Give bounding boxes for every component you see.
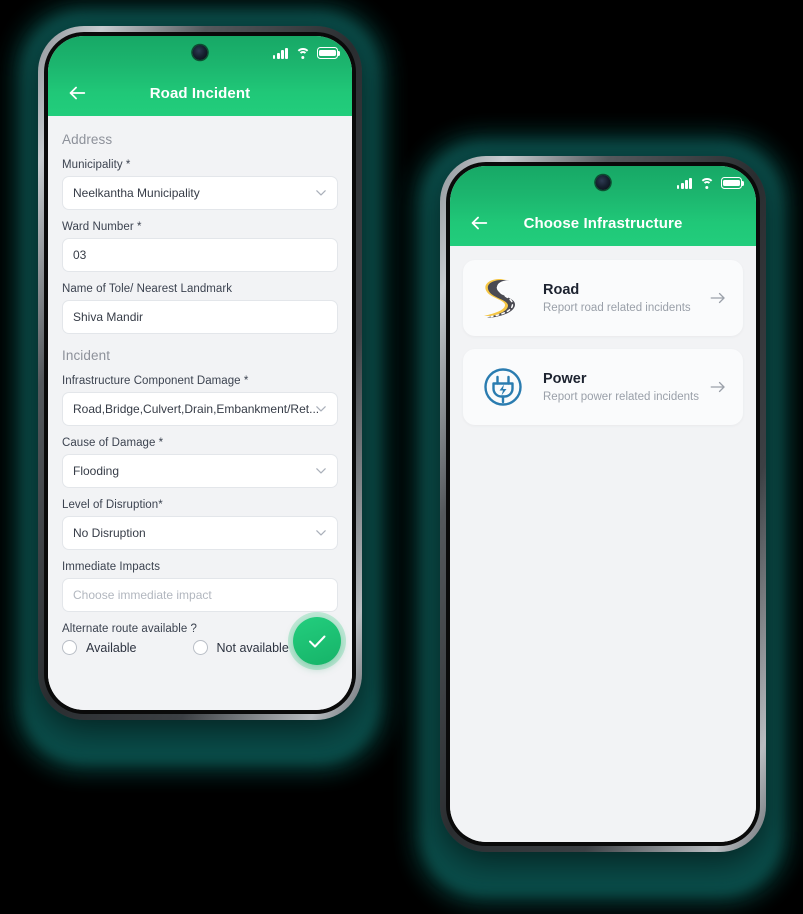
radio-option-not-available[interactable]: Not available bbox=[192, 640, 289, 655]
field-label-infrastructure-component: Infrastructure Component Damage * bbox=[62, 375, 249, 387]
signal-bars-icon bbox=[272, 47, 288, 59]
phone-bezel-right: Choose Infrastructure Road Report road r… bbox=[446, 162, 760, 846]
infrastructure-desc-power: Report power related incidents bbox=[543, 391, 699, 403]
field-level-of-disruption: Level of Disruption* No Disruption bbox=[62, 499, 338, 550]
section-heading-incident: Incident bbox=[62, 348, 111, 363]
municipality-dropdown[interactable]: Neelkantha Municipality bbox=[62, 176, 338, 210]
arrow-right-icon bbox=[709, 289, 727, 307]
front-camera-icon bbox=[595, 175, 611, 190]
title-bar-right: Choose Infrastructure bbox=[450, 200, 756, 246]
tole-landmark-input[interactable]: Shiva Mandir bbox=[62, 300, 338, 334]
field-label-municipality: Municipality * bbox=[62, 159, 131, 171]
status-icons-right bbox=[676, 177, 745, 189]
immediate-impacts-input[interactable]: Choose immediate impact bbox=[62, 578, 338, 612]
power-plug-icon bbox=[477, 364, 529, 410]
chevron-down-icon bbox=[316, 530, 326, 536]
field-label-tole-landmark: Name of Tole/ Nearest Landmark bbox=[62, 283, 233, 295]
field-immediate-impacts: Immediate Impacts Choose immediate impac… bbox=[62, 561, 338, 612]
status-bar-left bbox=[48, 36, 352, 70]
field-ward-number: Ward Number * 03 bbox=[62, 221, 338, 272]
radio-option-available[interactable]: Available bbox=[62, 640, 137, 655]
incident-form: Address Municipality * Neelkantha Munici… bbox=[48, 116, 352, 710]
phone-bezel-left: Road Incident Address Municipality * Nee… bbox=[44, 32, 356, 714]
level-of-disruption-dropdown[interactable]: No Disruption bbox=[62, 516, 338, 550]
signal-bars-icon bbox=[676, 177, 692, 189]
screenshot-stage: Road Incident Address Municipality * Nee… bbox=[0, 0, 803, 914]
radio-label-available: Available bbox=[86, 640, 137, 655]
ward-number-value: 03 bbox=[73, 248, 87, 262]
chevron-down-icon bbox=[316, 406, 326, 412]
field-infrastructure-component: Infrastructure Component Damage * Road,B… bbox=[62, 375, 338, 426]
front-camera-icon bbox=[192, 45, 208, 60]
chevron-down-icon bbox=[316, 468, 326, 474]
screen-choose-infrastructure: Choose Infrastructure Road Report road r… bbox=[450, 166, 756, 842]
cause-of-damage-value: Flooding bbox=[73, 464, 120, 478]
title-bar-left: Road Incident bbox=[48, 70, 352, 116]
submit-button[interactable] bbox=[293, 617, 341, 665]
back-arrow-icon[interactable] bbox=[66, 82, 88, 104]
arrow-right-icon bbox=[709, 378, 727, 396]
field-label-level-of-disruption: Level of Disruption* bbox=[62, 499, 163, 511]
radio-circle-icon bbox=[62, 640, 77, 655]
infrastructure-component-value: Road,Bridge,Culvert,Drain,Embankment/Ret… bbox=[73, 402, 320, 416]
field-label-ward-number: Ward Number * bbox=[62, 221, 142, 233]
field-label-cause-of-damage: Cause of Damage * bbox=[62, 437, 164, 449]
level-of-disruption-value: No Disruption bbox=[73, 526, 146, 540]
infrastructure-card-road[interactable]: Road Report road related incidents bbox=[463, 260, 743, 336]
road-icon bbox=[477, 275, 529, 321]
check-icon bbox=[309, 635, 326, 648]
immediate-impacts-placeholder: Choose immediate impact bbox=[73, 588, 212, 602]
radio-label-not-available: Not available bbox=[216, 640, 289, 655]
status-bar-right bbox=[450, 166, 756, 200]
battery-full-icon bbox=[317, 47, 341, 59]
infrastructure-component-dropdown[interactable]: Road,Bridge,Culvert,Drain,Embankment/Ret… bbox=[62, 392, 338, 426]
page-title: Road Incident bbox=[149, 84, 251, 102]
radio-circle-icon bbox=[192, 640, 208, 655]
chevron-down-icon bbox=[316, 190, 326, 196]
submit-fab-wrapper bbox=[288, 612, 346, 670]
status-icons-left bbox=[272, 47, 341, 59]
phone-device-right: Choose Infrastructure Road Report road r… bbox=[440, 156, 766, 852]
infrastructure-name-road: Road bbox=[543, 282, 580, 298]
app-header-left: Road Incident bbox=[48, 36, 352, 116]
page-title: Choose Infrastructure bbox=[523, 214, 683, 232]
infrastructure-text-power: Power Report power related incidents bbox=[529, 371, 709, 403]
screen-road-incident: Road Incident Address Municipality * Nee… bbox=[48, 36, 352, 710]
tole-landmark-value: Shiva Mandir bbox=[73, 310, 144, 324]
app-header-right: Choose Infrastructure bbox=[450, 166, 756, 246]
municipality-value: Neelkantha Municipality bbox=[73, 186, 200, 200]
ward-number-input[interactable]: 03 bbox=[62, 238, 338, 272]
battery-full-icon bbox=[721, 177, 745, 189]
section-heading-address: Address bbox=[62, 132, 113, 147]
infrastructure-card-power[interactable]: Power Report power related incidents bbox=[463, 349, 743, 425]
phone-device-left: Road Incident Address Municipality * Nee… bbox=[38, 26, 362, 720]
wifi-icon bbox=[295, 47, 310, 59]
field-cause-of-damage: Cause of Damage * Flooding bbox=[62, 437, 338, 488]
infrastructure-list: Road Report road related incidents Power… bbox=[450, 246, 756, 842]
field-municipality: Municipality * Neelkantha Municipality bbox=[62, 159, 338, 210]
wifi-icon bbox=[699, 177, 714, 189]
infrastructure-text-road: Road Report road related incidents bbox=[529, 282, 709, 314]
infrastructure-name-power: Power bbox=[543, 371, 587, 387]
back-arrow-icon[interactable] bbox=[468, 212, 490, 234]
infrastructure-desc-road: Report road related incidents bbox=[543, 302, 691, 314]
field-tole-landmark: Name of Tole/ Nearest Landmark Shiva Man… bbox=[62, 283, 338, 334]
field-label-immediate-impacts: Immediate Impacts bbox=[62, 561, 160, 573]
cause-of-damage-dropdown[interactable]: Flooding bbox=[62, 454, 338, 488]
